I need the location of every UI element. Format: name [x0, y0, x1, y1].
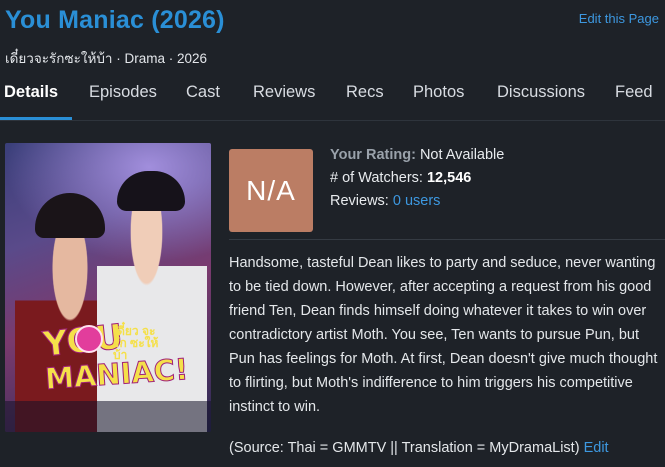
tab-photos[interactable]: Photos [413, 83, 464, 102]
native-title-genre-year: เดี๋ยวจะรักซะให้บ้า · Drama · 2026 [5, 51, 208, 66]
synopsis: Handsome, tasteful Dean likes to party a… [229, 255, 658, 415]
poster-image[interactable]: YOU เดี๋ยว จะรัก ซะให้บ้า MANIAC! [5, 143, 211, 432]
tab-reviews[interactable]: Reviews [253, 83, 315, 102]
tab-episodes[interactable]: Episodes [89, 83, 157, 102]
your-rating-label: Your Rating: [330, 147, 416, 163]
heart-icon [75, 325, 103, 353]
your-rating-value: Not Available [419, 147, 505, 163]
reviews-count-link[interactable]: 0 users [393, 193, 441, 209]
watchers-count: 12,546 [426, 170, 472, 186]
poster-footer-strip [5, 401, 211, 432]
score-badge: N/A [229, 149, 313, 232]
reviews-row: Reviews: 0 users [330, 193, 440, 209]
watchers-label: # of Watchers: [330, 170, 423, 186]
tab-details[interactable]: Details [4, 83, 58, 102]
tab-recs[interactable]: Recs [346, 83, 384, 102]
tab-cast[interactable]: Cast [186, 83, 220, 102]
edit-translation-link[interactable]: Edit [584, 440, 609, 456]
reviews-label: Reviews: [330, 193, 389, 209]
source-line: (Source: Thai = GMMTV || Translation = M… [229, 436, 665, 460]
tab-bar: Details Episodes Cast Reviews Recs Photo… [0, 76, 665, 121]
page-title[interactable]: You Maniac (2026) [5, 6, 225, 35]
tab-discussions[interactable]: Discussions [497, 83, 585, 102]
divider [229, 239, 665, 240]
watchers-row: # of Watchers: 12,546 [330, 170, 471, 186]
your-rating-row: Your Rating: Not Available [330, 147, 504, 163]
active-tab-indicator [0, 117, 72, 120]
source-text: (Source: Thai = GMMTV || Translation = M… [229, 440, 580, 456]
edit-page-link[interactable]: Edit this Page [579, 11, 659, 26]
poster-logo: YOU เดี๋ยว จะรัก ซะให้บ้า MANIAC! [41, 316, 190, 401]
tab-feed[interactable]: Feed [615, 83, 653, 102]
